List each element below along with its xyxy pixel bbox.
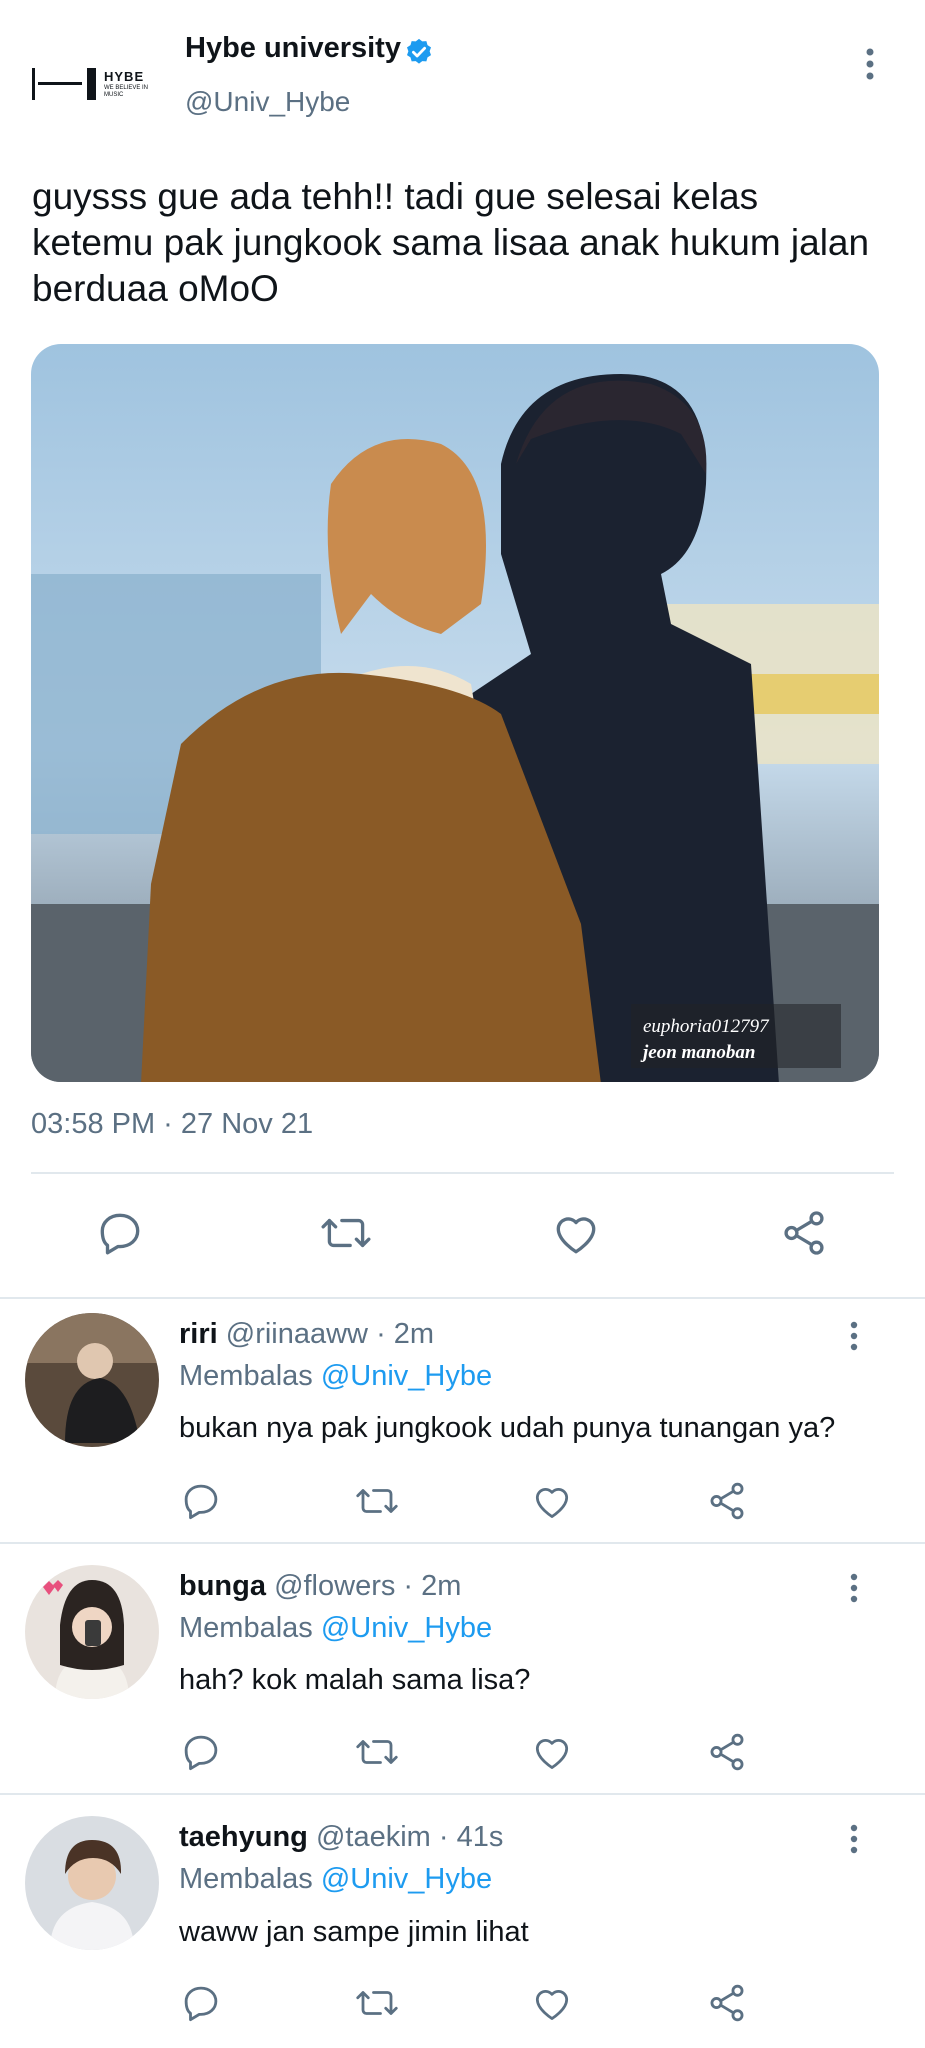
reply-to-line: Membalas @Univ_Hybe <box>179 1360 492 1393</box>
reply-time: · 2m <box>376 1318 435 1350</box>
reply-icon[interactable] <box>180 1480 222 1522</box>
avatar[interactable] <box>25 1565 159 1699</box>
author-display-name[interactable]: Hybe university <box>185 32 401 65</box>
reply-prefix: Membalas <box>179 1360 313 1392</box>
verified-badge-icon <box>404 37 434 67</box>
reply-text: hah? kok malah sama lisa? <box>179 1664 531 1696</box>
reply-header: bunga @flowers · 2m <box>179 1570 461 1603</box>
hybe-logo-text: HYBE <box>104 69 145 84</box>
reply-author-name[interactable]: bunga <box>179 1570 266 1602</box>
photo-watermark-line2: jeon manoban <box>640 1042 755 1063</box>
avatar[interactable] <box>25 1313 159 1447</box>
like-icon[interactable] <box>551 1210 601 1256</box>
divider <box>0 1297 925 1299</box>
share-icon[interactable] <box>706 1731 748 1773</box>
more-vertical-icon[interactable] <box>861 44 879 84</box>
reply-author-name[interactable]: riri <box>179 1318 218 1350</box>
reply-prefix: Membalas <box>179 1612 313 1644</box>
reply-target-link[interactable]: @Univ_Hybe <box>321 1360 492 1392</box>
divider <box>31 1172 894 1174</box>
reply-time: · 2m <box>403 1570 462 1602</box>
reply-icon[interactable] <box>95 1208 145 1258</box>
reply-time: · 41s <box>438 1821 504 1853</box>
retweet-icon[interactable] <box>319 1208 373 1258</box>
retweet-icon[interactable] <box>354 1731 400 1773</box>
more-vertical-icon[interactable] <box>846 1318 862 1354</box>
tweet-photo[interactable]: euphoria012797 jeon manoban <box>31 344 879 1082</box>
reply-author-handle[interactable]: @riinaaww <box>226 1318 368 1350</box>
hybe-logo: HYBE WE BELIEVE IN MUSIC <box>28 52 158 122</box>
more-vertical-icon[interactable] <box>846 1570 862 1606</box>
share-icon[interactable] <box>706 1982 748 2024</box>
more-vertical-icon[interactable] <box>846 1821 862 1857</box>
reply-text: waww jan sampe jimin lihat <box>179 1916 529 1948</box>
reply-target-link[interactable]: @Univ_Hybe <box>321 1863 492 1895</box>
like-icon[interactable] <box>531 1482 573 1520</box>
avatar[interactable] <box>25 1816 159 1950</box>
divider <box>0 1793 925 1795</box>
divider <box>0 1542 925 1544</box>
photo-watermark-line1: euphoria012797 <box>643 1016 770 1037</box>
tweet-text: guysss gue ada tehh!! tadi gue selesai k… <box>32 176 870 309</box>
reply-author-handle[interactable]: @taekim <box>316 1821 431 1853</box>
retweet-icon[interactable] <box>354 1982 400 2024</box>
tweet-timestamp: 03:58 PM · 27 Nov 21 <box>31 1108 314 1140</box>
reply-icon[interactable] <box>180 1982 222 2024</box>
share-icon[interactable] <box>779 1208 829 1258</box>
reply-target-link[interactable]: @Univ_Hybe <box>321 1612 492 1644</box>
reply-text: bukan nya pak jungkook udah punya tunang… <box>179 1412 836 1444</box>
share-icon[interactable] <box>706 1480 748 1522</box>
reply-icon[interactable] <box>180 1731 222 1773</box>
reply-header: riri @riinaaww · 2m <box>179 1318 434 1351</box>
hybe-logo-subtitle: WE BELIEVE IN MUSIC <box>104 85 149 98</box>
like-icon[interactable] <box>531 1733 573 1771</box>
reply-prefix: Membalas <box>179 1863 313 1895</box>
reply-header: taehyung @taekim · 41s <box>179 1821 503 1854</box>
reply-to-line: Membalas @Univ_Hybe <box>179 1612 492 1645</box>
retweet-icon[interactable] <box>354 1480 400 1522</box>
reply-to-line: Membalas @Univ_Hybe <box>179 1863 492 1896</box>
like-icon[interactable] <box>531 1984 573 2022</box>
author-handle[interactable]: @Univ_Hybe <box>185 86 350 118</box>
reply-author-name[interactable]: taehyung <box>179 1821 308 1853</box>
reply-author-handle[interactable]: @flowers <box>274 1570 395 1602</box>
